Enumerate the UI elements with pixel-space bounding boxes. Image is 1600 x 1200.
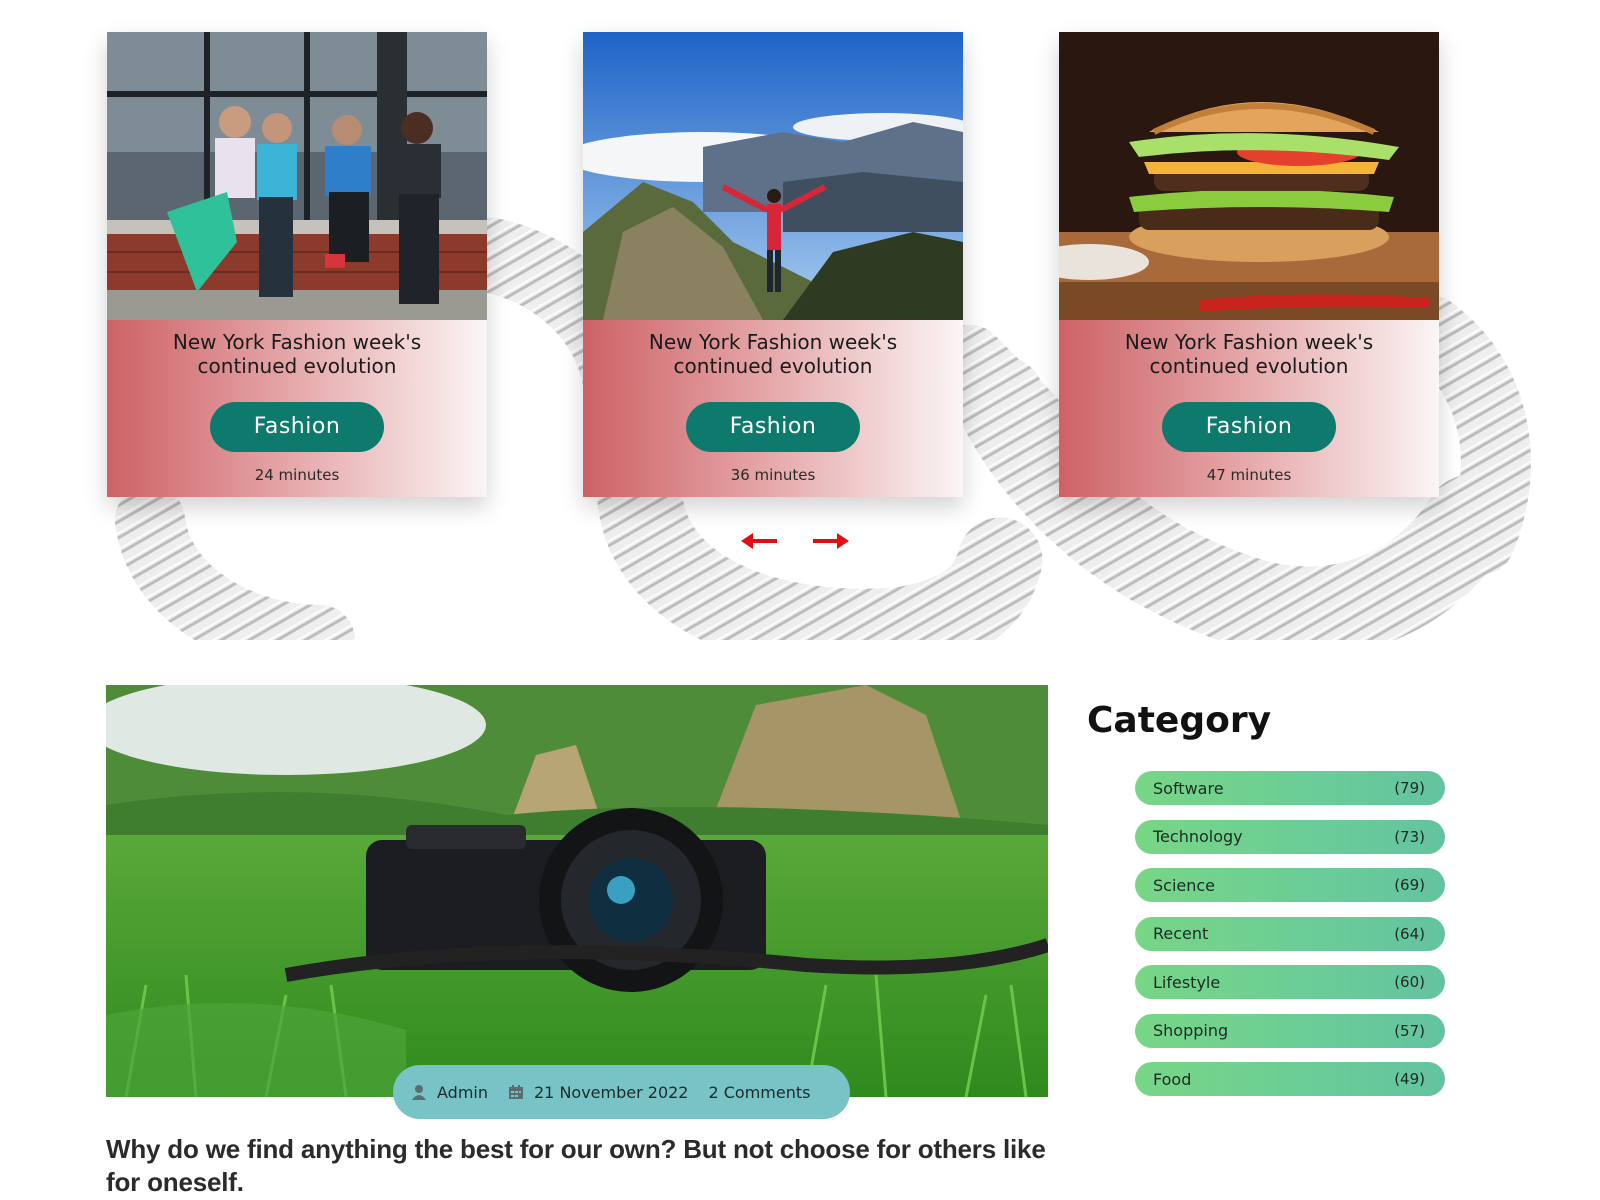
category-count: (73) <box>1394 827 1425 846</box>
fashion-tag-button[interactable]: Fashion <box>1162 402 1336 452</box>
category-label: Recent <box>1153 924 1209 943</box>
category-heading: Category <box>1087 700 1272 741</box>
category-item-shopping[interactable]: Shopping (57) <box>1135 1013 1445 1048</box>
category-item-recent[interactable]: Recent (64) <box>1135 916 1445 951</box>
post-meta-bar: Admin 21 November 2022 2 Comments <box>393 1065 850 1119</box>
calendar-icon <box>508 1084 524 1100</box>
category-count: (69) <box>1394 876 1425 894</box>
fashion-tag-button[interactable]: Fashion <box>210 402 384 452</box>
post-author[interactable]: Admin <box>411 1083 488 1102</box>
card-body: New York Fashion week's continued evolut… <box>583 320 963 497</box>
burger-photo[interactable] <box>1059 32 1439 320</box>
card-title[interactable]: New York Fashion week's continued evolut… <box>623 330 923 378</box>
category-count: (60) <box>1394 973 1425 991</box>
featured-carousel: New York Fashion week's continued evolut… <box>0 0 1600 640</box>
category-item-science[interactable]: Science (69) <box>1135 868 1445 902</box>
read-time: 47 minutes <box>1206 466 1292 484</box>
camera-in-grass-photo[interactable] <box>106 685 1048 1097</box>
post-card[interactable]: New York Fashion week's continued evolut… <box>583 32 963 497</box>
category-item-food[interactable]: Food (49) <box>1135 1062 1445 1096</box>
post-comments[interactable]: 2 Comments <box>708 1083 810 1102</box>
category-label: Shopping <box>1153 1021 1229 1040</box>
read-time: 36 minutes <box>730 466 816 484</box>
category-label: Software <box>1153 778 1224 798</box>
post-date: 21 November 2022 <box>508 1083 688 1102</box>
friends-sitting-photo[interactable] <box>107 32 487 320</box>
category-list: Software (79) Technology (73) Science (69) … <box>1135 771 1445 1111</box>
category-item-software[interactable]: Software (79) <box>1135 771 1445 805</box>
category-label: Lifestyle <box>1153 972 1221 992</box>
card-title[interactable]: New York Fashion week's continued evolut… <box>147 330 447 378</box>
category-label: Food <box>1153 1069 1192 1089</box>
card-body: New York Fashion week's continued evolut… <box>1059 320 1439 497</box>
read-time: 24 minutes <box>254 466 340 484</box>
mountain-hiker-photo[interactable] <box>583 32 963 320</box>
arrow-left-icon[interactable] <box>741 531 777 551</box>
author-name[interactable]: Admin <box>437 1083 488 1102</box>
date-text: 21 November 2022 <box>534 1082 689 1102</box>
arrow-right-icon[interactable] <box>813 531 849 551</box>
post-card[interactable]: New York Fashion week's continued evolut… <box>107 32 487 497</box>
category-count: (49) <box>1394 1070 1425 1088</box>
category-count: (64) <box>1394 924 1425 943</box>
post-card[interactable]: New York Fashion week's continued evolut… <box>1059 32 1439 497</box>
category-label: Technology <box>1153 827 1243 846</box>
category-count: (57) <box>1394 1021 1425 1040</box>
user-icon <box>411 1084 427 1100</box>
post-title[interactable]: Why do we find anything the best for our… <box>106 1133 1056 1199</box>
comments-count[interactable]: 2 Comments <box>708 1083 810 1102</box>
category-label: Science <box>1153 875 1216 895</box>
category-count: (79) <box>1394 779 1425 797</box>
category-item-lifestyle[interactable]: Lifestyle (60) <box>1135 965 1445 999</box>
card-body: New York Fashion week's continued evolut… <box>107 320 487 497</box>
card-title[interactable]: New York Fashion week's continued evolut… <box>1099 330 1399 378</box>
fashion-tag-button[interactable]: Fashion <box>686 402 860 452</box>
category-item-technology[interactable]: Technology (73) <box>1135 819 1445 854</box>
